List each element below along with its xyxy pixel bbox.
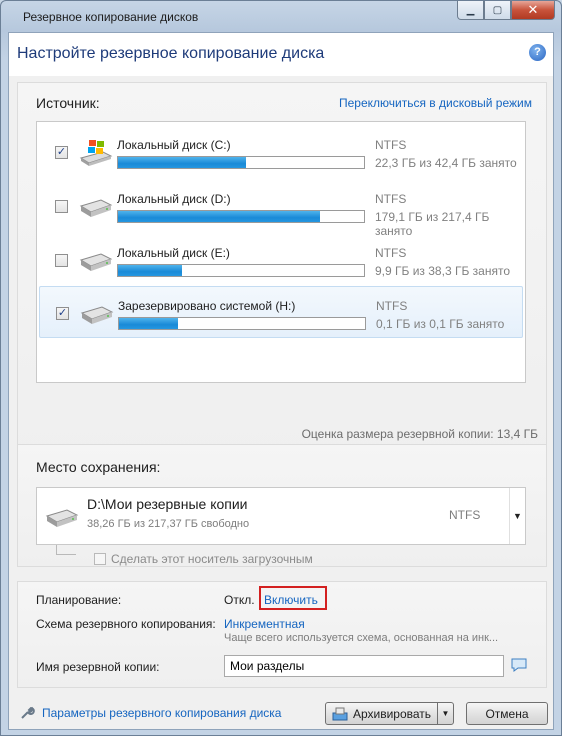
disk-row-d[interactable]: Локальный диск (D:) NTFS 179,1 ГБ из 217… [39, 180, 523, 238]
disk-row-h[interactable]: ✓ Зарезервировано системой (H:) NTFS 0,1… [39, 286, 523, 338]
hard-drive-icon [79, 253, 113, 271]
disk-list: ✓ Локальный диск (C:) NTFS 22,3 ГБ из 42… [36, 121, 526, 383]
wrench-icon [21, 706, 35, 719]
tree-connector [56, 545, 76, 555]
disk-usage-text: 9,9 ГБ из 38,3 ГБ занято [375, 264, 510, 278]
archive-options-dropdown[interactable]: ▼ [437, 702, 454, 725]
help-icon[interactable]: ? [529, 44, 546, 61]
disk-usage-text: 22,3 ГБ из 42,4 ГБ занято [375, 156, 517, 170]
close-button[interactable]: ✕ [511, 1, 555, 20]
disk-checkbox-d[interactable] [55, 200, 68, 213]
destination-dropdown[interactable]: D:\Мои резервные копии 38,26 ГБ из 217,3… [36, 487, 526, 545]
minimize-button[interactable]: ▁ [457, 1, 484, 20]
chevron-down-icon[interactable]: ▼ [509, 488, 525, 544]
archive-button-label: Архивировать [352, 706, 432, 721]
disk-fs: NTFS [375, 138, 407, 152]
disk-row-e[interactable]: Локальный диск (E:) NTFS 9,9 ГБ из 38,3 … [39, 234, 523, 286]
hard-drive-icon [45, 509, 79, 527]
hard-drive-icon [80, 306, 114, 324]
cancel-button[interactable]: Отмена [466, 702, 548, 725]
disk-fs: NTFS [376, 299, 408, 313]
backup-window: Резервное копирование дисков ▁ ▢ ✕ Настр… [0, 0, 562, 736]
switch-to-disk-mode-link[interactable]: Переключиться в дисковый режим [339, 96, 532, 110]
bootable-checkbox[interactable] [94, 553, 106, 565]
schedule-value: Откл. [224, 593, 255, 607]
title-bar[interactable]: Резервное копирование дисков ▁ ▢ ✕ [1, 1, 561, 33]
archive-button[interactable]: Архивировать [325, 702, 438, 725]
destination-free-space: 38,26 ГБ из 217,37 ГБ свободно [87, 518, 250, 530]
comment-icon[interactable] [510, 657, 528, 673]
disk-checkbox-e[interactable] [55, 254, 68, 267]
scheme-label: Схема резервного копирования: [36, 617, 216, 631]
disk-name: Локальный диск (E:) [117, 246, 230, 260]
scheme-link[interactable]: Инкрементная [224, 617, 305, 631]
disk-fs: NTFS [375, 192, 407, 206]
backup-name-input[interactable] [224, 655, 504, 677]
scheme-description: Чаще всего используется схема, основанна… [224, 632, 499, 644]
disk-usage-text: 0,1 ГБ из 0,1 ГБ занято [376, 317, 505, 331]
disk-usage-fill [119, 318, 179, 329]
source-panel: Источник: Переключиться в дисковый режим… [17, 82, 547, 463]
disk-checkbox-h[interactable]: ✓ [56, 307, 69, 320]
backup-settings-link[interactable]: Параметры резервного копирования диска [42, 706, 281, 720]
destination-fs: NTFS [449, 508, 481, 522]
destination-label: Место сохранения: [36, 459, 161, 475]
window-title: Резервное копирование дисков [23, 10, 199, 24]
page-title: Настройте резервное копирование диска [17, 45, 325, 62]
disk-name: Локальный диск (C:) [117, 138, 231, 152]
backup-name-label: Имя резервной копии: [36, 660, 160, 674]
schedule-enable-link[interactable]: Включить [264, 593, 318, 607]
schedule-label: Планирование: [36, 593, 122, 607]
disk-fs: NTFS [375, 246, 407, 260]
options-panel: Планирование: Откл. Включить Схема резер… [17, 581, 547, 688]
source-label: Источник: [36, 95, 100, 111]
destination-path: D:\Мои резервные копии [87, 496, 248, 512]
disk-usage-bar [117, 156, 365, 169]
disk-name: Локальный диск (D:) [117, 192, 231, 206]
dialog-footer: Параметры резервного копирования диска А… [9, 698, 553, 731]
disk-usage-fill [118, 265, 182, 276]
disk-row-c[interactable]: ✓ Локальный диск (C:) NTFS 22,3 ГБ из 42… [39, 126, 523, 178]
backup-size-estimate: Оценка размера резервной копии: 13,4 ГБ [301, 427, 538, 441]
disk-checkbox-c[interactable]: ✓ [55, 146, 68, 159]
disk-usage-bar [118, 317, 366, 330]
dialog-client-area: Настройте резервное копирование диска ? … [8, 32, 554, 730]
destination-panel: Место сохранения: D:\Мои резервные копии… [17, 444, 547, 567]
disk-name: Зарезервировано системой (H:) [118, 299, 296, 313]
maximize-button[interactable]: ▢ [484, 1, 511, 20]
disk-usage-bar [117, 264, 365, 277]
windows-drive-icon [79, 140, 113, 166]
disk-usage-fill [118, 157, 246, 168]
dialog-header: Настройте резервное копирование диска ? [9, 33, 553, 76]
disk-usage-bar [117, 210, 365, 223]
caption-buttons: ▁ ▢ ✕ [457, 1, 555, 20]
archive-icon [332, 707, 348, 720]
bootable-label: Сделать этот носитель загрузочным [111, 552, 313, 566]
disk-usage-fill [118, 211, 320, 222]
hard-drive-icon [79, 199, 113, 217]
